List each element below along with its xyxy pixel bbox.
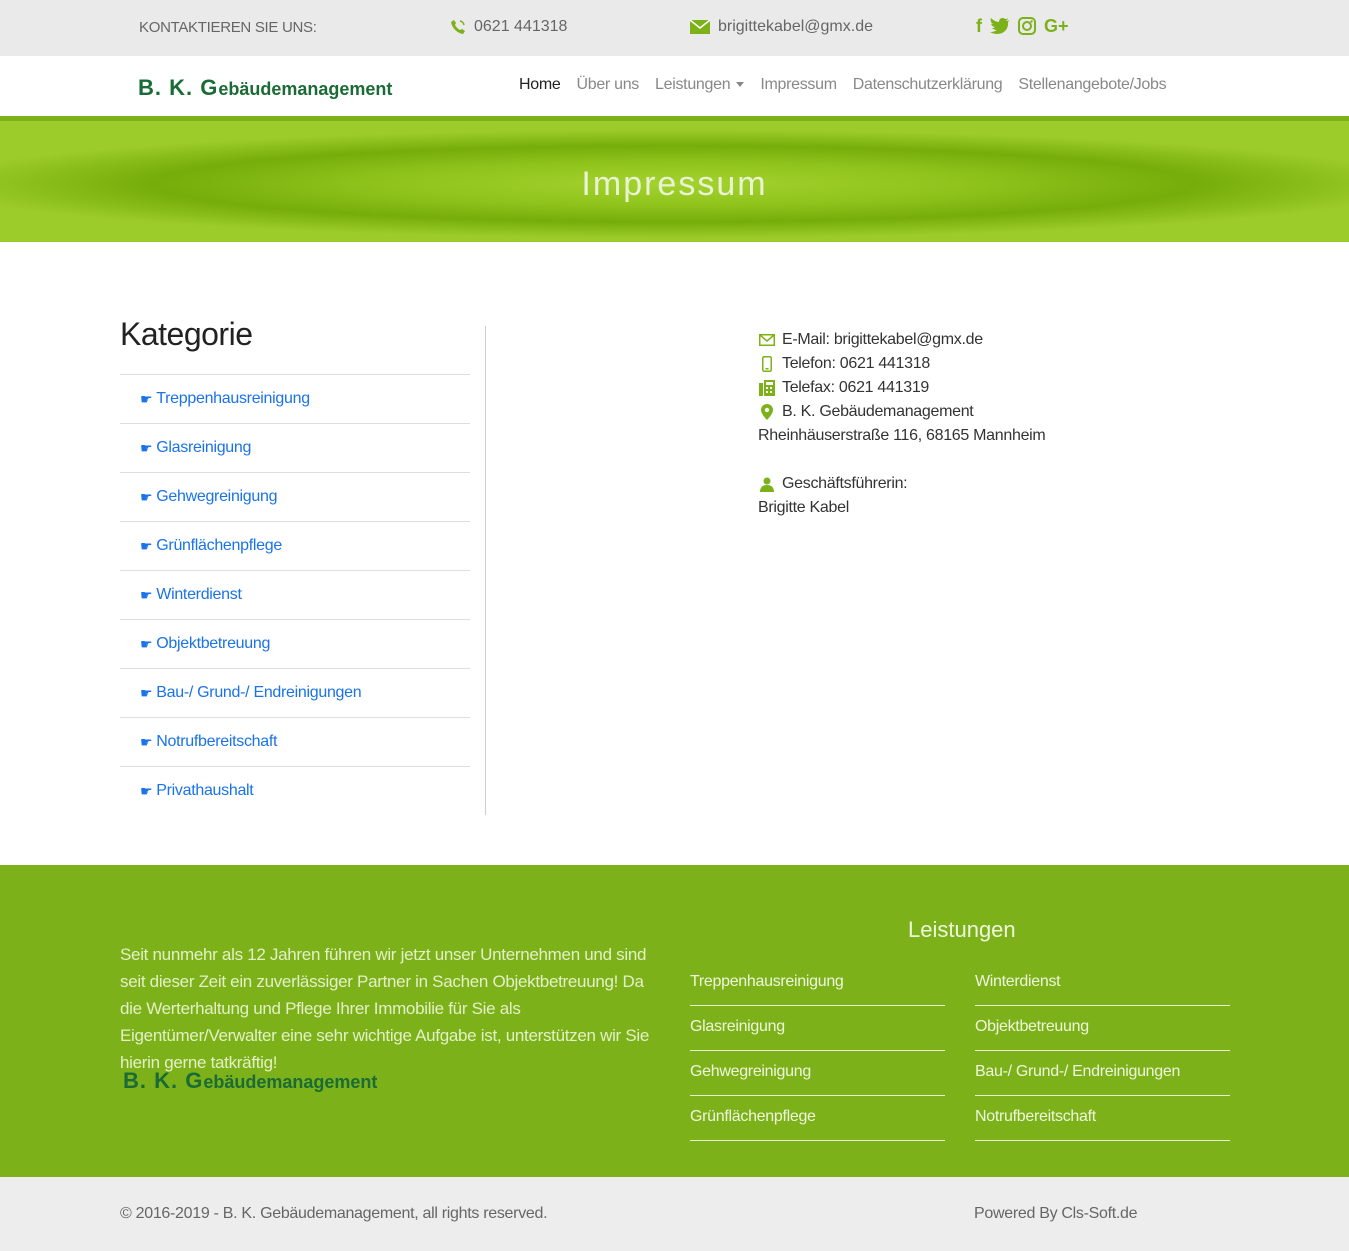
category-item-label: Winterdienst bbox=[156, 586, 242, 603]
google-plus-icon[interactable]: G+ bbox=[1044, 15, 1069, 37]
category-title: Kategorie bbox=[120, 316, 253, 352]
category-item[interactable]: ☛ Privathaushalt bbox=[120, 766, 470, 815]
map-marker-icon bbox=[758, 404, 776, 420]
category-item-label: Objektbetreuung bbox=[156, 635, 271, 652]
footer-service-link[interactable]: Notrufbereitschaft bbox=[975, 1096, 1230, 1141]
footer-service-link[interactable]: Bau-/ Grund-/ Endreinigungen bbox=[975, 1051, 1230, 1096]
category-item-label: Glasreinigung bbox=[156, 439, 252, 456]
nav-leistungen-label: Leistungen bbox=[655, 76, 731, 93]
page-title: Impressum bbox=[581, 165, 768, 203]
phone-icon bbox=[451, 20, 465, 34]
chevron-down-icon bbox=[736, 82, 745, 88]
footer-service-link[interactable]: Treppenhausreinigung bbox=[690, 961, 945, 1006]
info-phone: Telefon: 0621 441318 bbox=[782, 355, 930, 372]
nav-datenschutz[interactable]: Datenschutzerklärung bbox=[853, 76, 1003, 94]
info-manager-name: Brigitte Kabel bbox=[758, 499, 849, 516]
category-list: ☛ Treppenhausreinigung ☛ Glasreinigung ☛ Ge… bbox=[120, 374, 470, 815]
footer-logo-first-letter: G bbox=[185, 1068, 204, 1093]
category-item[interactable]: ☛ Gehwegreinigung bbox=[120, 472, 470, 521]
pointing-hand-icon: ☛ bbox=[140, 537, 153, 554]
nav-jobs[interactable]: Stellenangebote/Jobs bbox=[1018, 76, 1166, 94]
footer-service-link[interactable]: Grünflächenpflege bbox=[690, 1096, 945, 1141]
envelope-icon bbox=[690, 20, 710, 34]
bottom-bar: © 2016-2019 - B. K. Gebäudemanagement, a… bbox=[0, 1177, 1349, 1251]
logo-first-letter: G bbox=[200, 75, 219, 100]
nav-ueber-uns[interactable]: Über uns bbox=[576, 76, 639, 94]
category-item-label: Bau-/ Grund-/ Endreinigungen bbox=[156, 684, 362, 701]
facebook-icon[interactable]: f bbox=[976, 15, 982, 37]
footer-service-link[interactable]: Winterdienst bbox=[975, 961, 1230, 1006]
pointing-hand-icon: ☛ bbox=[140, 488, 153, 505]
nav-menu: Home Über uns Leistungen Impressum Daten… bbox=[519, 76, 1167, 94]
social-links: f G+ bbox=[976, 15, 1069, 37]
main-navbar: B. K. Gebäudemanagement Home Über uns Le… bbox=[0, 56, 1349, 116]
category-item-label: Grünflächenpflege bbox=[156, 537, 282, 554]
pointing-hand-icon: ☛ bbox=[140, 635, 153, 652]
footer-service-link[interactable]: Glasreinigung bbox=[690, 1006, 945, 1051]
contact-info: E-Mail: brigittekabel@gmx.de Telefon: 06… bbox=[758, 328, 1046, 520]
footer-service-link[interactable]: Gehwegreinigung bbox=[690, 1051, 945, 1096]
fax-icon bbox=[758, 380, 776, 396]
footer-about-text: Seit nunmehr als 12 Jahren führen wir je… bbox=[120, 945, 649, 1072]
footer-logo-initials: B. K. bbox=[123, 1068, 186, 1093]
category-item[interactable]: ☛ Bau-/ Grund-/ Endreinigungen bbox=[120, 668, 470, 717]
mobile-phone-icon bbox=[758, 356, 776, 372]
nav-impressum[interactable]: Impressum bbox=[760, 76, 837, 94]
twitter-icon[interactable] bbox=[990, 15, 1010, 37]
category-item-label: Privathaushalt bbox=[156, 782, 254, 799]
info-company-row: B. K. Gebäudemanagement bbox=[758, 400, 1045, 424]
category-item-label: Treppenhausreinigung bbox=[156, 390, 310, 407]
vertical-divider bbox=[485, 326, 486, 815]
instagram-icon[interactable] bbox=[1018, 15, 1036, 37]
pointing-hand-icon: ☛ bbox=[140, 733, 153, 750]
pointing-hand-icon: ☛ bbox=[140, 782, 153, 799]
info-company: B. K. Gebäudemanagement bbox=[782, 403, 974, 420]
info-fax: Telefax: 0621 441319 bbox=[782, 379, 930, 396]
category-item[interactable]: ☛ Glasreinigung bbox=[120, 423, 470, 472]
contact-bar: KONTAKTIEREN SIE UNS: 0621 441318 brigit… bbox=[0, 0, 1349, 56]
info-fax-row: Telefax: 0621 441319 bbox=[758, 376, 1045, 400]
nav-home[interactable]: Home bbox=[519, 76, 561, 94]
powered-by-link[interactable]: Powered By Cls-Soft.de bbox=[974, 1205, 1138, 1223]
pointing-hand-icon: ☛ bbox=[140, 684, 153, 701]
pointing-hand-icon: ☛ bbox=[140, 586, 153, 603]
topbar-phone-text: 0621 441318 bbox=[474, 18, 568, 35]
category-item[interactable]: ☛ Grünflächenpflege bbox=[120, 521, 470, 570]
pointing-hand-icon: ☛ bbox=[140, 439, 153, 456]
info-email-row: E-Mail: brigittekabel@gmx.de bbox=[758, 328, 1045, 352]
contact-label: KONTAKTIEREN SIE UNS: bbox=[139, 19, 317, 36]
footer-logo[interactable]: B. K. Gebäudemanagement bbox=[123, 1068, 377, 1094]
topbar-email-text: brigittekabel@gmx.de bbox=[718, 18, 873, 35]
footer-service-link[interactable]: Objektbetreuung bbox=[975, 1006, 1230, 1051]
envelope-icon bbox=[758, 334, 776, 346]
category-item[interactable]: ☛ Notrufbereitschaft bbox=[120, 717, 470, 766]
page-banner: Impressum bbox=[0, 116, 1349, 242]
info-manager-row: Geschäftsführerin: bbox=[758, 472, 1045, 496]
pointing-hand-icon: ☛ bbox=[140, 390, 153, 407]
info-phone-row: Telefon: 0621 441318 bbox=[758, 352, 1045, 376]
topbar-email[interactable]: brigittekabel@gmx.de bbox=[690, 18, 873, 36]
info-address: Rheinhäuserstraße 116, 68165 Mannheim bbox=[758, 427, 1046, 444]
footer-logo-rest: ebäudemanagement bbox=[203, 1072, 378, 1092]
footer-services-col-1: Treppenhausreinigung Glasreinigung Gehwe… bbox=[690, 961, 945, 1141]
nav-leistungen[interactable]: Leistungen bbox=[655, 76, 745, 94]
site-logo[interactable]: B. K. Gebäudemanagement bbox=[138, 75, 392, 101]
category-item-label: Gehwegreinigung bbox=[156, 488, 278, 505]
user-icon bbox=[758, 477, 776, 492]
topbar-phone[interactable]: 0621 441318 bbox=[450, 18, 567, 36]
info-manager-label: Geschäftsführerin: bbox=[782, 475, 908, 492]
info-email[interactable]: E-Mail: brigittekabel@gmx.de bbox=[782, 328, 983, 352]
footer: Seit nunmehr als 12 Jahren führen wir je… bbox=[0, 865, 1349, 1177]
category-item[interactable]: ☛ Objektbetreuung bbox=[120, 619, 470, 668]
logo-initials: B. K. bbox=[138, 75, 201, 100]
logo-rest: ebäudemanagement bbox=[218, 79, 393, 99]
footer-services-title: Leistungen bbox=[908, 917, 1016, 942]
footer-services-col-2: Winterdienst Objektbetreuung Bau-/ Grund… bbox=[975, 961, 1230, 1141]
category-item[interactable]: ☛ Treppenhausreinigung bbox=[120, 374, 470, 423]
copyright-text: © 2016-2019 - B. K. Gebäudemanagement, a… bbox=[120, 1205, 548, 1222]
category-item[interactable]: ☛ Winterdienst bbox=[120, 570, 470, 619]
category-item-label: Notrufbereitschaft bbox=[156, 733, 278, 750]
